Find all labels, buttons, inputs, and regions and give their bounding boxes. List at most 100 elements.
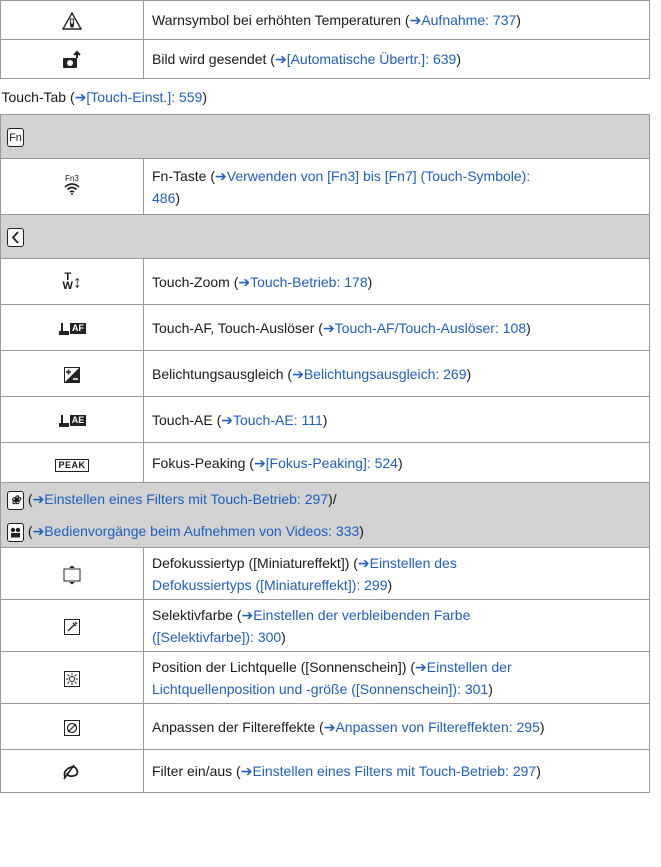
- touch-hand-icon: [58, 414, 69, 427]
- page-link[interactable]: Touch-AE: 111: [233, 412, 323, 428]
- description-cell: Touch-AF, Touch-Auslöser (➔Touch-AF/Touc…: [143, 304, 650, 351]
- row-tail: ): [466, 365, 472, 382]
- page-link-cont[interactable]: Lichtquellenposition und -größe ([Sonnen…: [152, 681, 488, 697]
- page-link[interactable]: Aufnahme: 737: [421, 12, 516, 28]
- description-cell: Touch-Zoom (➔Touch-Betrieb: 178): [143, 258, 650, 305]
- icon-cell: T W↕: [0, 258, 144, 305]
- arrow-icon: ➔: [292, 365, 304, 382]
- exposure-compensation-icon: [64, 366, 80, 383]
- arrow-icon: ➔: [253, 454, 266, 471]
- page-link[interactable]: [Automatische Übertr.]: 639: [287, 51, 457, 67]
- row-text: Belichtungsausgleich (: [152, 365, 293, 382]
- touch-tab-heading-row: Touch-Tab (➔[Touch-Einst.]: 559): [1, 79, 650, 115]
- touch-tab-text: Touch-Tab (: [1, 88, 75, 105]
- arrow-icon: ➔: [32, 522, 45, 539]
- page-link[interactable]: Einstellen der verbleibenden Farbe: [253, 607, 470, 623]
- description-cell: Position der Lichtquelle ([Sonnenschein]…: [143, 651, 650, 704]
- table-row: Anpassen der Filtereffekte (➔Anpassen vo…: [0, 703, 650, 750]
- arrow-icon: ➔: [415, 658, 427, 675]
- icon-cell: [0, 703, 144, 750]
- table-row: Fn3 Fn-Taste (➔Verwenden von [Fn3] bis […: [0, 158, 650, 215]
- page-link[interactable]: Einstellen eines Filters mit Touch-Betri…: [252, 763, 536, 779]
- row-text: Selektivfarbe (: [152, 606, 242, 623]
- page-link[interactable]: Touch-AF/Touch-Auslöser: 108: [335, 320, 526, 336]
- row-tail: ): [526, 319, 531, 336]
- description-cell: Selektivfarbe (➔Einstellen der verbleibe…: [143, 599, 650, 652]
- filter-icon: ❀: [7, 490, 24, 510]
- row-tail: ): [322, 411, 328, 428]
- table-row: AF Touch-AF, Touch-Auslöser (➔Touch-AF/T…: [0, 304, 650, 351]
- table-row: Warnsymbol bei erhöhten Temperaturen (➔A…: [0, 0, 650, 40]
- page-link[interactable]: [Fokus-Peaking]: 524: [266, 455, 398, 471]
- video-header-row: (➔Bedienvorgänge beim Aufnehmen von Vide…: [0, 514, 650, 548]
- icon-cell: [0, 749, 144, 793]
- fn3-wireless-icon: Fn3: [64, 174, 80, 196]
- row-tail: ): [456, 51, 461, 67]
- table-row: Belichtungsausgleich (➔Belichtungsausgle…: [0, 350, 650, 397]
- table-row: Bild wird gesendet (➔[Automatische Übert…: [0, 39, 650, 79]
- row-tail: ): [367, 273, 373, 290]
- description-cell: Anpassen der Filtereffekte (➔Anpassen vo…: [143, 703, 650, 750]
- arrow-icon: ➔: [74, 88, 87, 105]
- fn3-label: Fn3: [65, 174, 79, 184]
- icon-reference-table: Warnsymbol bei erhöhten Temperaturen (➔A…: [0, 0, 650, 793]
- page-link[interactable]: Verwenden von [Fn3] bis [Fn7] (Touch-Sym…: [227, 168, 530, 184]
- page-link[interactable]: Touch-Betrieb: 178: [250, 274, 368, 290]
- table-row: Position der Lichtquelle ([Sonnenschein]…: [0, 651, 650, 704]
- fn-header-row: Fn: [0, 114, 650, 159]
- table-row: AE Touch-AE (➔Touch-AE: 111): [0, 396, 650, 443]
- row-tail: ): [387, 576, 393, 593]
- arrow-icon: ➔: [241, 606, 254, 623]
- fn-header-cell: Fn: [0, 114, 650, 159]
- description-cell: Filter ein/aus (➔Einstellen eines Filter…: [143, 749, 650, 793]
- table-row: Defokussiertyp ([Miniatureffekt]) (➔Eins…: [0, 547, 650, 600]
- row-tail: ): [539, 718, 545, 735]
- icon-cell: [0, 599, 144, 652]
- page-link[interactable]: Belichtungsausgleich: 269: [304, 366, 467, 382]
- description-cell: Fn-Taste (➔Verwenden von [Fn3] bis [Fn7]…: [143, 158, 650, 215]
- touch-af-badge: AF: [70, 323, 86, 335]
- arrow-icon: ➔: [357, 554, 370, 571]
- arrow-icon: ➔: [323, 718, 336, 735]
- description-cell: Fokus-Peaking (➔[Fokus-Peaking]: 524): [143, 442, 650, 483]
- description-cell: Touch-AE (➔Touch-AE: 111): [143, 396, 650, 443]
- page-link[interactable]: [Touch-Einst.]: 559: [86, 89, 202, 105]
- arrow-icon: ➔: [322, 319, 335, 336]
- page-link[interactable]: Einstellen der: [427, 659, 512, 675]
- back-arrow-icon: [7, 228, 24, 248]
- sunshine-icon: [64, 670, 80, 687]
- page-link-cont[interactable]: ([Selektivfarbe]): 300: [152, 629, 281, 645]
- table-row: Selektivfarbe (➔Einstellen der verbleibe…: [0, 599, 650, 652]
- touch-tab-tail: ): [202, 88, 208, 105]
- page-link[interactable]: Einstellen eines Filters mit Touch-Betri…: [44, 491, 328, 507]
- page-link[interactable]: Bedienvorgänge beim Aufnehmen von Videos…: [44, 523, 359, 539]
- focus-peaking-icon: PEAK: [55, 458, 89, 472]
- row-text: Defokussiertyp ([Miniatureffekt]) (: [152, 554, 358, 571]
- arrow-icon: ➔: [240, 763, 253, 779]
- row-text: Touch-AE (: [152, 411, 222, 428]
- video-creative-icon: [7, 522, 24, 542]
- page-link[interactable]: Anpassen von Filtereffekten: 295: [335, 719, 539, 735]
- icon-cell: AE: [0, 396, 144, 443]
- row-tail: ): [175, 189, 181, 206]
- icon-cell: [0, 651, 144, 704]
- eyedropper-icon: [64, 618, 80, 635]
- description-cell: Defokussiertyp ([Miniatureffekt]) (➔Eins…: [143, 547, 650, 600]
- row-tail: ): [281, 628, 286, 645]
- page-link-cont[interactable]: Defokussiertyps ([Miniatureffekt]): 299: [152, 577, 388, 593]
- filter-tail: )/: [328, 490, 337, 507]
- icon-cell: [0, 39, 144, 79]
- icon-cell: Fn3: [0, 158, 144, 215]
- page-link[interactable]: Einstellen des: [370, 555, 457, 571]
- video-tail: ): [359, 522, 364, 539]
- arrow-icon: ➔: [274, 51, 287, 67]
- row-text: Touch-Zoom (: [152, 273, 239, 290]
- touch-zoom-icon: TW: [62, 271, 73, 293]
- icon-cell: AF: [0, 304, 144, 351]
- back-header-row: [0, 214, 650, 259]
- image-sending-icon: [63, 50, 81, 69]
- filter-effect-adjust-icon: [64, 719, 80, 736]
- back-header-cell: [0, 214, 650, 259]
- row-text: Fn-Taste (: [152, 167, 216, 184]
- page-link-number[interactable]: 486: [152, 190, 175, 206]
